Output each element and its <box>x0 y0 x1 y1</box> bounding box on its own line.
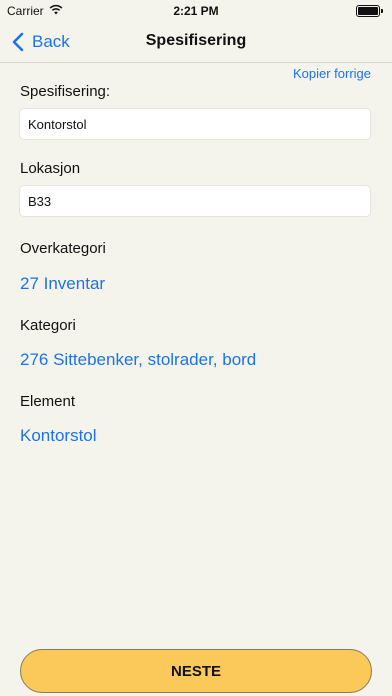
element-select[interactable]: Kontorstol <box>20 426 97 446</box>
main-category-label: Overkategori <box>20 240 106 257</box>
location-label: Lokasjon <box>20 160 81 177</box>
next-button[interactable]: NESTE <box>20 649 372 693</box>
copy-previous-link[interactable]: Kopier forrige <box>293 66 371 81</box>
element-label: Element <box>20 393 76 410</box>
category-select[interactable]: 276 Sittebenker, stolrader, bord <box>20 350 256 370</box>
spec-input[interactable] <box>19 108 371 140</box>
category-label: Kategori <box>20 317 76 334</box>
spec-label: Spesifisering: <box>20 83 111 100</box>
status-time: 2:21 PM <box>173 4 219 18</box>
battery-icon <box>356 5 383 17</box>
status-bar: Carrier 2:21 PM <box>0 0 392 22</box>
location-input[interactable] <box>19 185 371 217</box>
main-category-select[interactable]: 27 Inventar <box>20 274 105 294</box>
navigation-bar: Back Spesifisering <box>0 22 392 62</box>
nav-divider <box>0 62 392 63</box>
next-button-label: NESTE <box>170 662 221 680</box>
page-title: Spesifisering <box>145 32 247 49</box>
